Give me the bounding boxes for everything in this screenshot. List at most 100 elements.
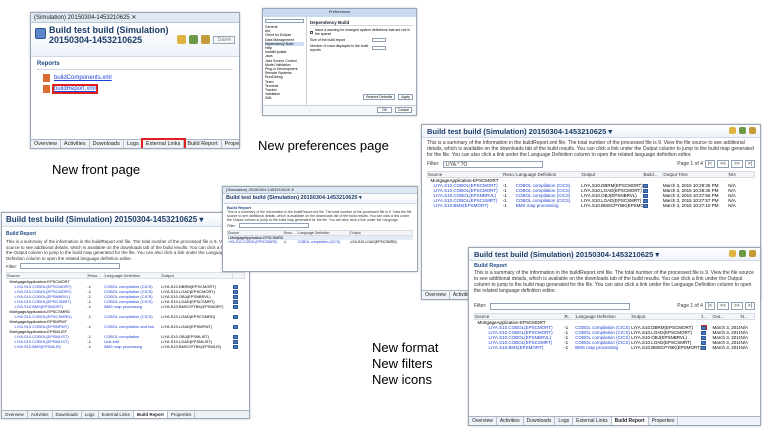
warning-checkbox[interactable] — [310, 30, 313, 34]
rb-report-title: Build test build (Simulation) 20150304-1… — [427, 127, 613, 136]
xml-file-icon — [43, 85, 50, 93]
build-map-icon[interactable] — [232, 344, 238, 349]
tab-properties[interactable]: Properties — [168, 411, 196, 418]
tab-activities[interactable]: Activities — [61, 140, 90, 148]
tab-overview[interactable]: Overview — [2, 411, 28, 418]
editor-tab[interactable]: (Simulation) 20150304-1453210625 ✕ — [31, 13, 239, 23]
report-link-buildreport[interactable]: buildReport.xml — [52, 84, 98, 94]
rb-next-page-button[interactable]: >> — [730, 160, 743, 168]
source-link[interactable]: LIYA.S10.BMS(EPSMORT) — [475, 345, 565, 350]
language-link[interactable]: COBOL compilation (CICS) — [298, 240, 350, 244]
language-link[interactable]: BMS map processing — [575, 345, 631, 350]
edit-icon[interactable] — [739, 127, 746, 134]
source-link[interactable]: LIYA.S10.COBOL(EPSCSMRD) — [228, 240, 284, 244]
resource-cell: -1 — [502, 203, 507, 208]
rb-first-page-button[interactable]: |< — [704, 160, 716, 168]
rb-filter-input[interactable]: LIYA.*.?O — [442, 160, 543, 168]
small-filter-label: Filter: — [227, 223, 236, 228]
resource-cell: -1 — [87, 344, 91, 349]
tab-overview[interactable]: Overview — [422, 291, 450, 299]
rb-prev-page-button[interactable]: << — [717, 160, 729, 168]
edit-icon[interactable] — [739, 250, 746, 257]
report-size-label: Size of the build report — [310, 38, 346, 42]
preferences-titlebar: Preferences — [263, 9, 416, 17]
tab-external-links[interactable]: External Links — [140, 138, 187, 148]
tab-downloads[interactable]: Downloads — [524, 417, 556, 425]
build-map-icon-cell[interactable] — [701, 345, 712, 350]
tab-logs[interactable]: Logs — [124, 140, 143, 148]
report-link-buildcomponents[interactable]: buildComponents.xml — [54, 75, 112, 81]
refresh-icon[interactable] — [177, 35, 187, 44]
build-report-heading: Build Report — [6, 231, 36, 237]
rb-report-description: This is a summary of the information in … — [427, 140, 754, 158]
tab-downloads[interactable]: Downloads — [53, 411, 82, 418]
rf-filter-input[interactable] — [489, 302, 630, 310]
build-map-icon[interactable] — [232, 314, 238, 319]
tab-properties[interactable]: Properties — [649, 417, 679, 425]
build-map-icon[interactable] — [643, 203, 649, 208]
table-row[interactable]: LIYA.S10.BMS(EPSMLIS) -1 BMS map processin… — [7, 344, 245, 349]
small-editor-tab[interactable]: (Simulation) 20150304-1453210625 ✕ — [223, 187, 417, 194]
tab-build-report[interactable]: Build Report — [611, 417, 649, 425]
output-cell: LIYA.S10.BMSCPYBK(EPSMORT) — [161, 304, 224, 309]
tab-activities[interactable]: Activities — [497, 417, 524, 425]
build-map-icon[interactable] — [232, 324, 238, 329]
rf-first-page-button[interactable]: |< — [704, 302, 716, 310]
rb-page-info: Page 1 of 4 — [677, 161, 703, 167]
source-link[interactable]: LIYA.S10.BMS(EPSMORT) — [428, 203, 503, 208]
tab-overview[interactable]: Overview — [31, 140, 61, 148]
report-table: Source Reso... Language Definition Outpu… — [6, 272, 245, 349]
rows-input[interactable] — [372, 46, 386, 50]
table-row[interactable]: LIYA.S10.BMS(EPSMORT) -1 BMS map processin… — [475, 345, 755, 350]
table-row[interactable]: LIYA.S10.COBOL(EPSCSMRD) -1 COBOL compil… — [228, 240, 413, 244]
save-button[interactable]: Save — [213, 35, 235, 44]
tab-external-links[interactable]: External Links — [573, 417, 612, 425]
resource-cell: -1 — [564, 345, 569, 350]
edit-icon[interactable] — [189, 35, 199, 44]
page-title: Build test build (Simulation) — [49, 25, 169, 35]
rows-label: Number of rows displayed in the build re… — [310, 44, 369, 52]
language-link[interactable]: BMS map processing — [104, 344, 161, 349]
build-map-icon[interactable] — [232, 304, 238, 309]
language-link[interactable]: COBOL compilation (CICS) — [104, 314, 161, 319]
tag-icon[interactable] — [749, 127, 756, 134]
cancel-button[interactable]: Cancel — [395, 107, 412, 113]
filter-input[interactable] — [20, 263, 121, 269]
build-map-icon[interactable] — [701, 345, 707, 350]
tab-logs[interactable]: Logs — [82, 411, 99, 418]
tab-build-report[interactable]: Build Report — [133, 411, 168, 418]
caption-front-page: New front page — [52, 162, 141, 177]
refresh-icon[interactable] — [729, 127, 736, 134]
preferences-filter-input[interactable] — [265, 19, 304, 23]
tag-icon[interactable] — [749, 250, 756, 257]
report-size-input[interactable] — [372, 38, 386, 42]
rf-last-page-button[interactable]: >| — [744, 302, 755, 310]
preferences-tree-item[interactable]: XML — [265, 96, 304, 100]
filter-label: Filter: — [6, 263, 18, 269]
source-link[interactable]: LIYA.S10.BMS(EPSMLIS) — [7, 344, 88, 349]
rf-prev-page-button[interactable]: << — [717, 302, 729, 310]
apply-button[interactable]: Apply — [398, 94, 413, 100]
tab-properties[interactable]: Properties — [222, 140, 239, 148]
tab-downloads[interactable]: Downloads — [90, 140, 124, 148]
tab-overview[interactable]: Overview — [469, 417, 497, 425]
build-map-icon-cell[interactable] — [232, 344, 245, 349]
tab-activities[interactable]: Activities — [28, 411, 53, 418]
language-link[interactable]: COBOL compilation and link — [104, 324, 161, 329]
rf-report-table: Source R... Language Definition Output I… — [474, 313, 756, 350]
ok-button[interactable]: OK — [377, 107, 393, 113]
tab-external-links[interactable]: External Links — [99, 411, 134, 418]
language-link[interactable]: BMS map processing — [516, 203, 581, 208]
tab-build-report[interactable]: Build Report — [184, 140, 222, 148]
tab-logs[interactable]: Logs — [555, 417, 574, 425]
output-cell: LIYA.S10.BMSCPYBK(EPSMORT) — [631, 345, 702, 350]
tag-icon[interactable] — [201, 35, 211, 44]
table-row[interactable]: LIYA.S10.BMS(EPSMORT) -1 BMS map processin… — [428, 203, 755, 208]
small-filter-input[interactable] — [238, 223, 309, 228]
refresh-icon[interactable] — [729, 250, 736, 257]
rb-last-page-button[interactable]: >| — [744, 160, 755, 168]
rf-next-page-button[interactable]: >> — [730, 302, 743, 310]
restore-defaults-button[interactable]: Restore Defaults — [363, 94, 396, 100]
rb-col-resource[interactable]: Reso... — [502, 171, 517, 178]
build-map-icon-cell[interactable] — [643, 203, 663, 208]
